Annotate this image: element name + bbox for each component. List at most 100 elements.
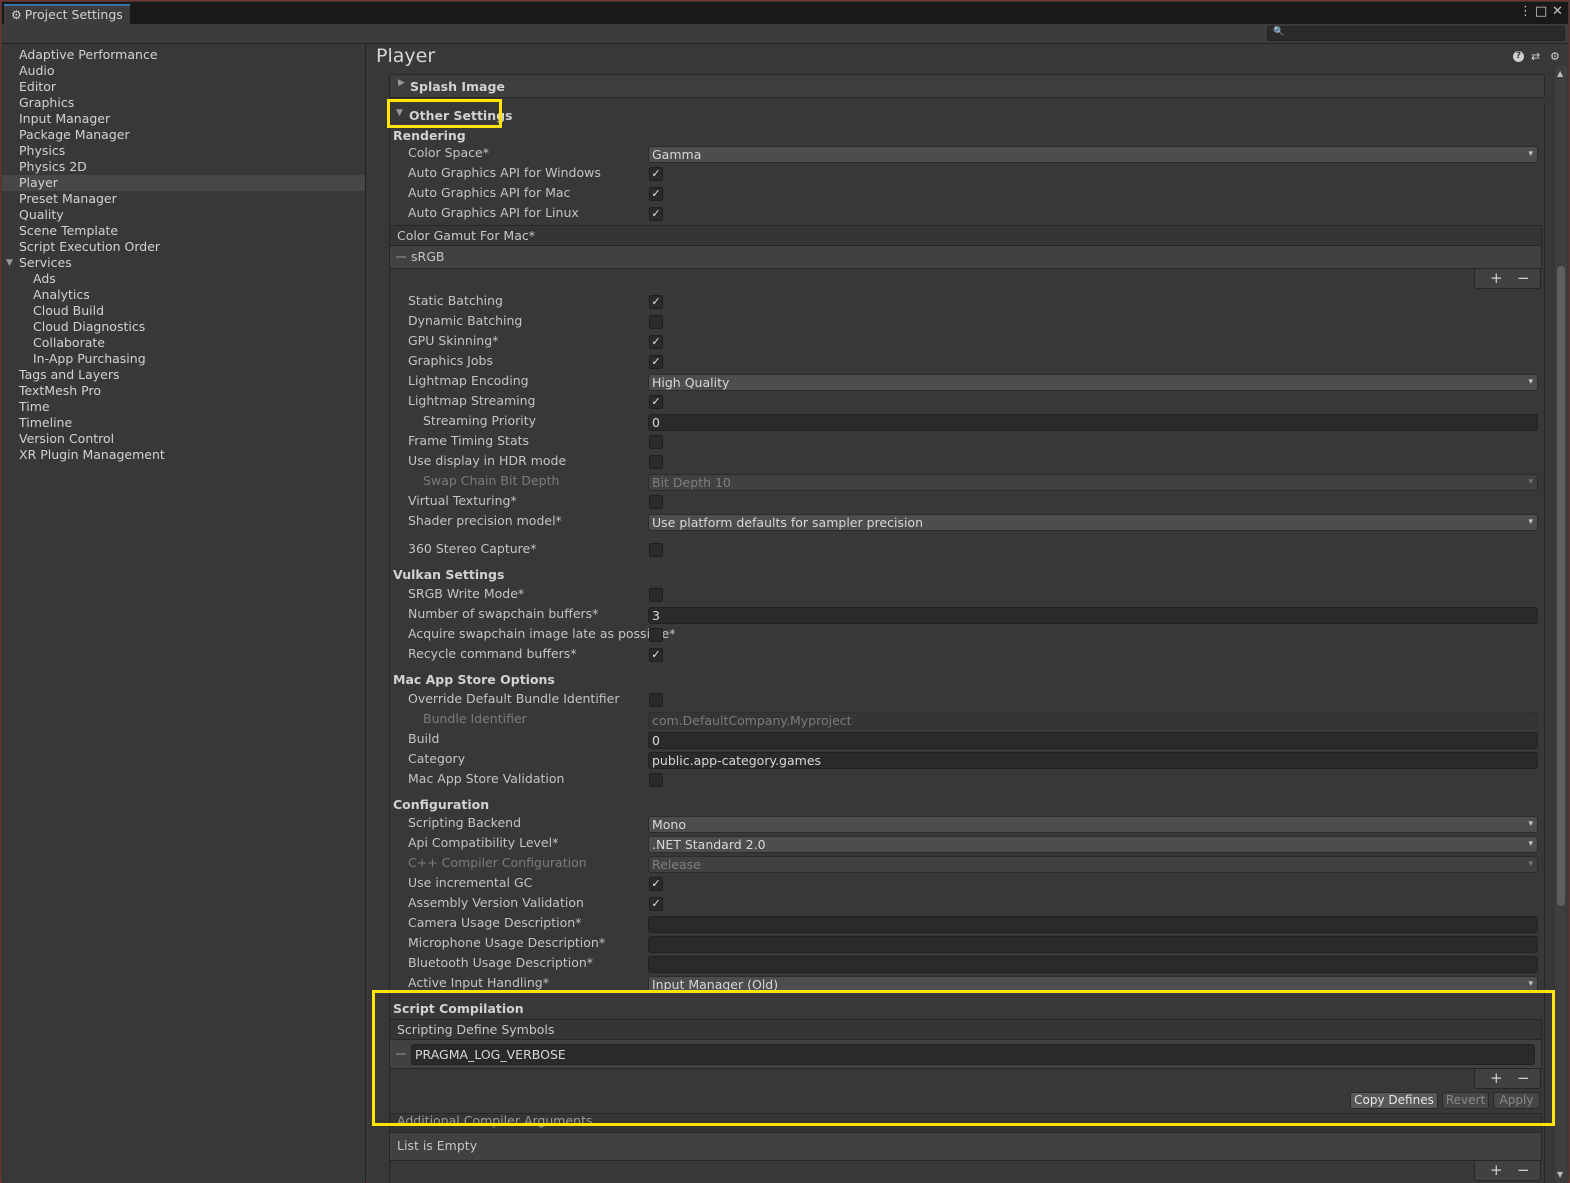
- sidebar-item[interactable]: Adaptive Performance: [2, 47, 365, 63]
- search-input[interactable]: 🔍: [1267, 26, 1565, 41]
- sidebar-item[interactable]: Quality: [2, 207, 365, 223]
- api-compatibility-dropdown[interactable]: .NET Standard 2.0 ▾: [648, 836, 1538, 853]
- incremental-gc-label: Use incremental GC: [408, 875, 533, 890]
- override-bundle-id-checkbox[interactable]: [649, 693, 663, 707]
- sidebar-item[interactable]: Timeline: [2, 415, 365, 431]
- add-icon[interactable]: +: [1490, 1161, 1503, 1179]
- static-batching-checkbox[interactable]: ✓: [649, 295, 663, 309]
- streaming-priority-label: Streaming Priority: [423, 413, 537, 428]
- swapchain-buffers-field[interactable]: 3: [648, 607, 1538, 624]
- vulkan-header: Vulkan Settings: [393, 567, 505, 582]
- assembly-version-validation-checkbox[interactable]: ✓: [649, 897, 663, 911]
- virtual-texturing-checkbox[interactable]: [649, 495, 663, 509]
- graphics-jobs-checkbox[interactable]: ✓: [649, 355, 663, 369]
- hdr-mode-checkbox[interactable]: [649, 455, 663, 469]
- sidebar-item[interactable]: Input Manager: [2, 111, 365, 127]
- camera-usage-field[interactable]: [648, 916, 1538, 933]
- sidebar-item[interactable]: Audio: [2, 63, 365, 79]
- sidebar-item[interactable]: Cloud Build: [2, 303, 365, 319]
- streaming-priority-value: 0: [652, 415, 660, 430]
- auto-graphics-linux-checkbox[interactable]: ✓: [649, 207, 663, 221]
- sidebar-item[interactable]: Tags and Layers: [2, 367, 365, 383]
- stereo-capture-checkbox[interactable]: [649, 543, 663, 557]
- presets-icon[interactable]: ⇄: [1531, 50, 1540, 63]
- sidebar-item[interactable]: Script Execution Order: [2, 239, 365, 255]
- sidebar-item[interactable]: Time: [2, 399, 365, 415]
- lightmap-encoding-dropdown[interactable]: High Quality ▾: [648, 374, 1538, 391]
- sidebar-item[interactable]: Package Manager: [2, 127, 365, 143]
- lightmap-streaming-label: Lightmap Streaming: [408, 393, 536, 408]
- remove-icon[interactable]: −: [1517, 1161, 1530, 1179]
- sidebar-item-label: Collaborate: [33, 335, 105, 350]
- incremental-gc-checkbox[interactable]: ✓: [649, 877, 663, 891]
- sidebar-item[interactable]: Collaborate: [2, 335, 365, 351]
- mac-app-store-validation-label: Mac App Store Validation: [408, 771, 565, 786]
- bluetooth-usage-field[interactable]: [648, 956, 1538, 973]
- maximize-icon[interactable]: □: [1535, 4, 1547, 20]
- shader-precision-dropdown[interactable]: Use platform defaults for sampler precis…: [648, 514, 1538, 531]
- sidebar-item-label: Input Manager: [19, 111, 111, 126]
- sidebar-item-label: Cloud Diagnostics: [33, 319, 146, 334]
- close-icon[interactable]: ✕: [1552, 4, 1563, 20]
- auto-graphics-mac-checkbox[interactable]: ✓: [649, 187, 663, 201]
- highlight-box-other-settings: [387, 99, 502, 128]
- build-number-label: Build: [408, 731, 440, 746]
- build-number-field[interactable]: 0: [648, 732, 1538, 749]
- sidebar-item[interactable]: Ads: [2, 271, 365, 287]
- build-number-value: 0: [652, 733, 660, 748]
- chevron-down-icon: ▾: [1528, 859, 1533, 869]
- gpu-skinning-checkbox[interactable]: ✓: [649, 335, 663, 349]
- microphone-usage-field[interactable]: [648, 936, 1538, 953]
- frame-timing-stats-checkbox[interactable]: [649, 435, 663, 449]
- sidebar-item-label: Analytics: [33, 287, 90, 302]
- color-space-label: Color Space*: [408, 145, 489, 160]
- help-icon[interactable]: ?: [1513, 51, 1524, 62]
- sidebar-item[interactable]: Analytics: [2, 287, 365, 303]
- add-icon[interactable]: +: [1490, 269, 1503, 287]
- dynamic-batching-checkbox[interactable]: [649, 315, 663, 329]
- sidebar-item[interactable]: Cloud Diagnostics: [2, 319, 365, 335]
- lightmap-encoding-label: Lightmap Encoding: [408, 373, 529, 388]
- srgb-write-mode-checkbox[interactable]: [649, 588, 663, 602]
- sidebar-item-label: Physics: [19, 143, 66, 158]
- sidebar-item[interactable]: XR Plugin Management: [2, 447, 365, 463]
- window-tab[interactable]: ⚙ Project Settings: [4, 4, 130, 24]
- sidebar-item[interactable]: Player: [2, 175, 365, 191]
- sidebar-item[interactable]: Version Control: [2, 431, 365, 447]
- toolbar: 🔍: [2, 24, 1568, 44]
- category-value: public.app-category.games: [652, 753, 822, 768]
- cpp-compiler-config-label: C++ Compiler Configuration: [408, 855, 587, 870]
- category-field[interactable]: public.app-category.games: [648, 752, 1538, 769]
- acquire-swapchain-late-checkbox[interactable]: [649, 628, 663, 642]
- scroll-up-icon[interactable]: ▲: [1557, 69, 1563, 78]
- expand-triangle-icon[interactable]: ▼: [6, 255, 13, 271]
- streaming-priority-field[interactable]: 0: [648, 414, 1538, 431]
- menu-icon[interactable]: ⋮: [1519, 4, 1532, 20]
- scrollbar[interactable]: ▲ ▼: [1555, 66, 1567, 1182]
- sidebar-item[interactable]: Editor: [2, 79, 365, 95]
- sidebar-item[interactable]: In-App Purchasing: [2, 351, 365, 367]
- sidebar-item[interactable]: Physics: [2, 143, 365, 159]
- swapchain-buffers-label: Number of swapchain buffers*: [408, 606, 599, 621]
- scroll-down-icon[interactable]: ▼: [1557, 1170, 1563, 1179]
- sidebar-item[interactable]: Graphics: [2, 95, 365, 111]
- scripting-backend-dropdown[interactable]: Mono ▾: [648, 816, 1538, 833]
- assembly-version-validation-label: Assembly Version Validation: [408, 895, 584, 910]
- scroll-thumb[interactable]: [1557, 266, 1565, 906]
- sidebar-item[interactable]: ▼ Services: [2, 255, 365, 271]
- remove-icon[interactable]: −: [1517, 269, 1530, 287]
- sidebar-item[interactable]: Preset Manager: [2, 191, 365, 207]
- graphics-jobs-label: Graphics Jobs: [408, 353, 493, 368]
- splash-image-foldout[interactable]: ▶ Splash Image: [389, 74, 1545, 98]
- recycle-command-buffers-checkbox[interactable]: ✓: [649, 648, 663, 662]
- sidebar-item[interactable]: Physics 2D: [2, 159, 365, 175]
- sidebar-item[interactable]: TextMesh Pro: [2, 383, 365, 399]
- color-space-dropdown[interactable]: Gamma ▾: [648, 146, 1538, 163]
- mac-app-store-validation-checkbox[interactable]: [649, 773, 663, 787]
- sidebar-item[interactable]: Scene Template: [2, 223, 365, 239]
- auto-graphics-windows-checkbox[interactable]: ✓: [649, 167, 663, 181]
- lightmap-streaming-checkbox[interactable]: ✓: [649, 395, 663, 409]
- drag-handle-icon[interactable]: [396, 256, 406, 258]
- gear-icon[interactable]: ⚙: [1550, 50, 1560, 63]
- auto-graphics-linux-label: Auto Graphics API for Linux: [408, 205, 579, 220]
